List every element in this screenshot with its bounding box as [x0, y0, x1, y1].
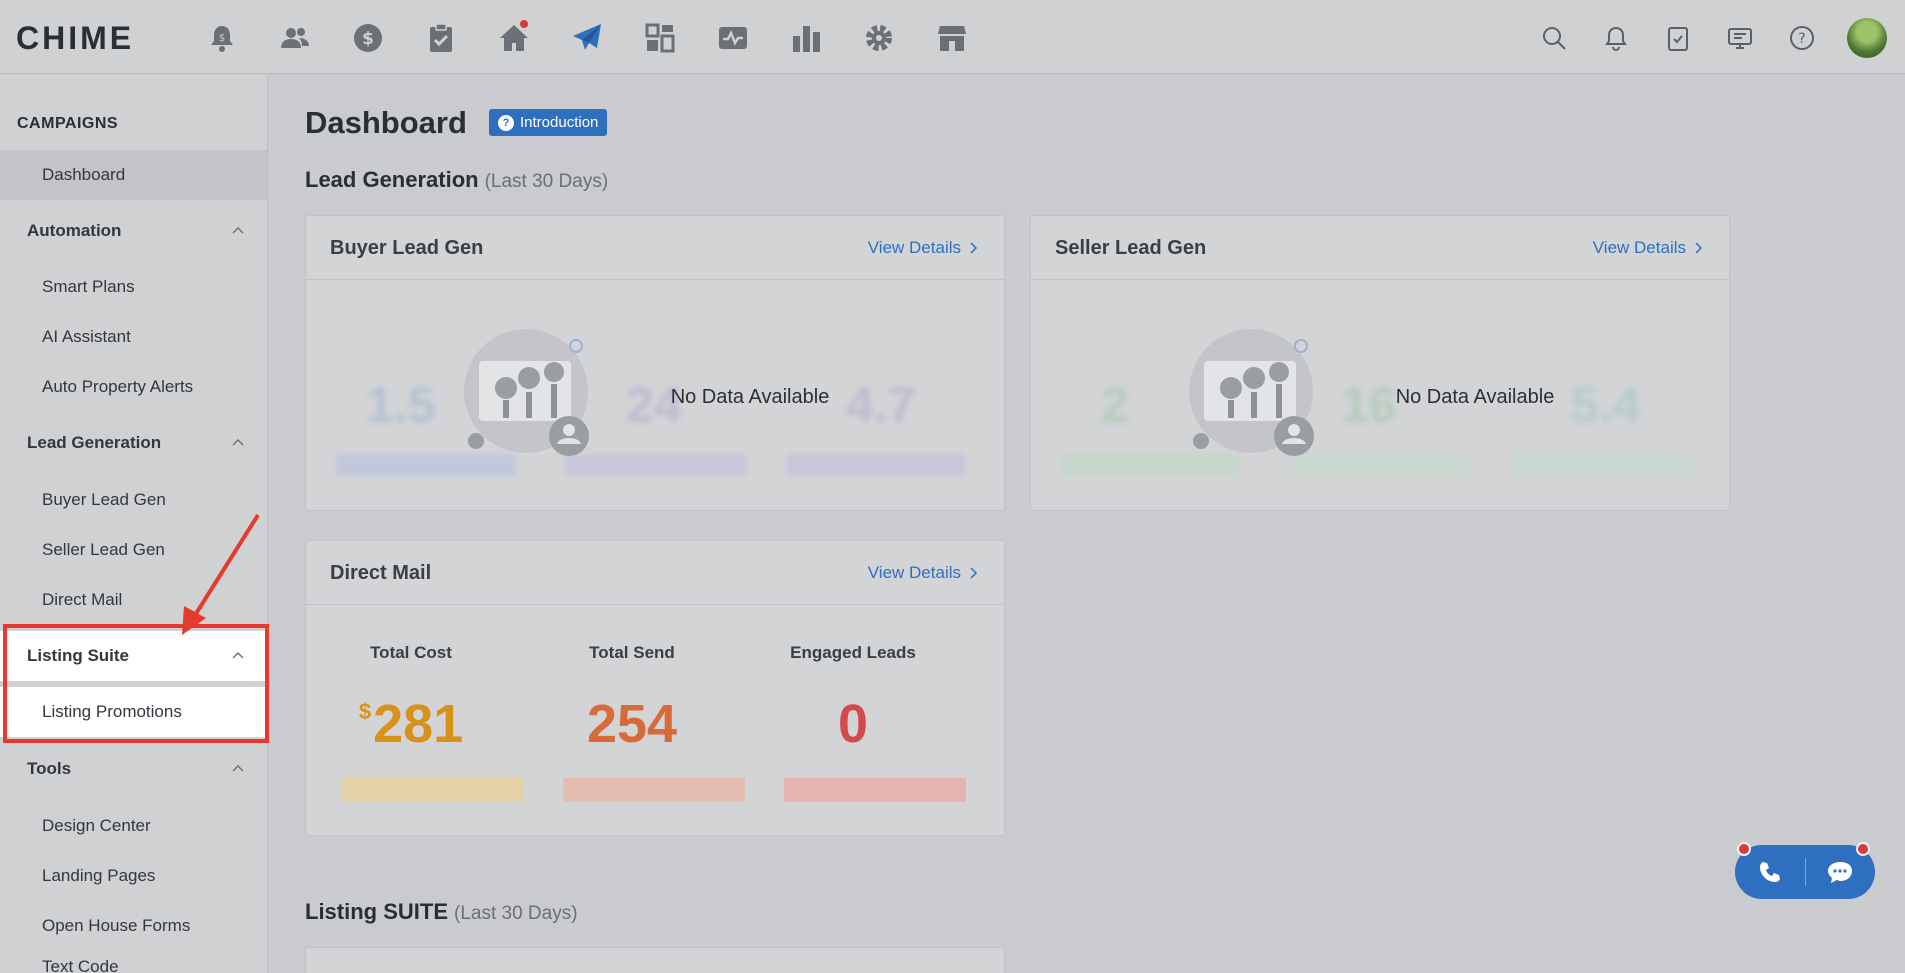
- view-details-link[interactable]: View Details: [868, 563, 978, 583]
- sidebar-item-dashboard[interactable]: Dashboard: [0, 150, 267, 200]
- main-content: Dashboard ? Introduction Lead Generation…: [268, 75, 1905, 973]
- introduction-label: Introduction: [520, 114, 599, 131]
- total-send-label: Total Send: [589, 643, 675, 662]
- view-details-link[interactable]: View Details: [868, 238, 978, 258]
- bell-icon[interactable]: [1585, 16, 1647, 60]
- presentation-icon[interactable]: [1709, 16, 1771, 60]
- search-icon[interactable]: [1523, 16, 1585, 60]
- blurred-stat: 2: [1101, 377, 1129, 433]
- clipboard-check-icon[interactable]: [404, 16, 477, 60]
- chat-icon: [1828, 862, 1853, 883]
- gear-icon[interactable]: [842, 16, 915, 60]
- bar-chart-icon[interactable]: [769, 16, 842, 60]
- sidebar-item-smart-plans[interactable]: Smart Plans: [0, 262, 267, 312]
- task-clipboard-icon[interactable]: [1647, 16, 1709, 60]
- blurred-bar: [786, 454, 966, 476]
- sidebar-item-text-code[interactable]: Text Code: [0, 949, 267, 973]
- listing-suite-section-title: Listing SUITE (Last 30 Days): [305, 899, 578, 925]
- total-cost-label: Total Cost: [370, 643, 452, 662]
- currency-symbol: $: [358, 699, 372, 724]
- chevron-up-icon: [232, 439, 244, 446]
- total-send-bar: [563, 778, 745, 802]
- buyer-lead-gen-card: Buyer Lead Gen View Details 1.5 24 4.7 N…: [305, 215, 1005, 511]
- group-label: Tools: [27, 759, 72, 778]
- alert-bell-dollar-icon[interactable]: $: [185, 16, 258, 60]
- sidebar-item-ai-assistant[interactable]: AI Assistant: [0, 312, 267, 362]
- view-details-label: View Details: [1592, 238, 1686, 257]
- direct-mail-card: Direct Mail View Details Total Cost $281…: [305, 540, 1005, 836]
- utility-nav: ?: [1523, 16, 1905, 60]
- sidebar-group-automation[interactable]: Automation: [0, 206, 267, 256]
- dashboard-tiles-icon[interactable]: [623, 16, 696, 60]
- home-icon[interactable]: [477, 16, 550, 60]
- card-header: Seller Lead Gen View Details: [1031, 216, 1729, 280]
- top-bar: CHIME $ $ ?: [0, 0, 1905, 74]
- lead-generation-section-title: Lead Generation (Last 30 Days): [305, 167, 608, 193]
- storefront-icon[interactable]: [915, 16, 988, 60]
- no-data-text: No Data Available: [670, 386, 830, 408]
- chevron-up-icon: [232, 765, 244, 772]
- section-subtitle: (Last 30 Days): [454, 903, 578, 924]
- chevron-up-icon: [232, 227, 244, 234]
- total-cost-value: $281: [321, 693, 501, 755]
- paper-plane-icon[interactable]: [550, 16, 623, 60]
- no-data-text: No Data Available: [1395, 386, 1555, 408]
- seller-lead-gen-card: Seller Lead Gen View Details 2 16 5.4 No…: [1030, 215, 1730, 511]
- view-details-link[interactable]: View Details: [1593, 238, 1703, 258]
- contact-floating-button: [1735, 845, 1875, 899]
- group-label: Lead Generation: [27, 433, 162, 452]
- activity-icon[interactable]: [696, 16, 769, 60]
- question-icon: ?: [498, 114, 514, 131]
- sidebar-group-tools[interactable]: Tools: [0, 744, 267, 794]
- chevron-right-icon: [970, 242, 978, 254]
- annotation-arrow-icon: [182, 513, 260, 635]
- call-notification-dot: [1737, 842, 1751, 856]
- total-cost-number: 281: [373, 694, 464, 754]
- phone-icon: [1759, 862, 1780, 882]
- notification-dot: [520, 20, 528, 28]
- card-header: Direct Mail View Details: [306, 541, 1004, 605]
- section-title-text: Lead Generation: [305, 167, 479, 192]
- highlight-box: [3, 624, 269, 743]
- chime-logo[interactable]: CHIME: [16, 20, 134, 57]
- total-cost-bar: [342, 778, 524, 802]
- introduction-button[interactable]: ? Introduction: [489, 109, 608, 136]
- sidebar-item-auto-property-alerts[interactable]: Auto Property Alerts: [0, 362, 267, 412]
- svg-text:$: $: [218, 33, 224, 44]
- view-details-label: View Details: [867, 238, 961, 257]
- chat-notification-dot: [1856, 842, 1870, 856]
- sidebar-heading: CAMPAIGNS: [17, 115, 119, 132]
- help-icon[interactable]: ?: [1771, 16, 1833, 60]
- dollar-icon[interactable]: $: [331, 16, 404, 60]
- engaged-leads-value: 0: [837, 694, 869, 754]
- people-icon[interactable]: [258, 16, 331, 60]
- sidebar-item-design-center[interactable]: Design Center: [0, 801, 267, 851]
- section-title-text: Listing SUITE: [305, 899, 448, 924]
- sidebar-group-lead-generation[interactable]: Lead Generation: [0, 418, 267, 468]
- card-header: Buyer Lead Gen View Details: [306, 216, 1004, 280]
- blurred-bar: [1511, 454, 1691, 476]
- main-nav: $ $: [185, 16, 988, 60]
- section-subtitle: (Last 30 Days): [484, 171, 609, 192]
- sidebar-item-landing-pages[interactable]: Landing Pages: [0, 851, 267, 901]
- user-avatar[interactable]: [1847, 18, 1887, 58]
- card-title: Seller Lead Gen: [1055, 237, 1207, 259]
- engaged-leads-bar: [784, 778, 966, 802]
- card-title: Buyer Lead Gen: [330, 237, 484, 259]
- total-send-value: 254: [586, 694, 678, 754]
- svg-text:?: ?: [1798, 31, 1805, 47]
- group-label: Automation: [27, 221, 122, 240]
- svg-text:$: $: [362, 29, 374, 49]
- listing-suite-card: [305, 947, 1005, 973]
- card-title: Direct Mail: [330, 562, 432, 584]
- engaged-leads-label: Engaged Leads: [790, 643, 916, 662]
- view-details-label: View Details: [867, 563, 961, 582]
- sidebar-item-open-house-forms[interactable]: Open House Forms: [0, 901, 267, 951]
- page-title: Dashboard: [305, 105, 467, 140]
- chevron-right-icon: [1695, 242, 1703, 254]
- chevron-right-icon: [970, 567, 978, 579]
